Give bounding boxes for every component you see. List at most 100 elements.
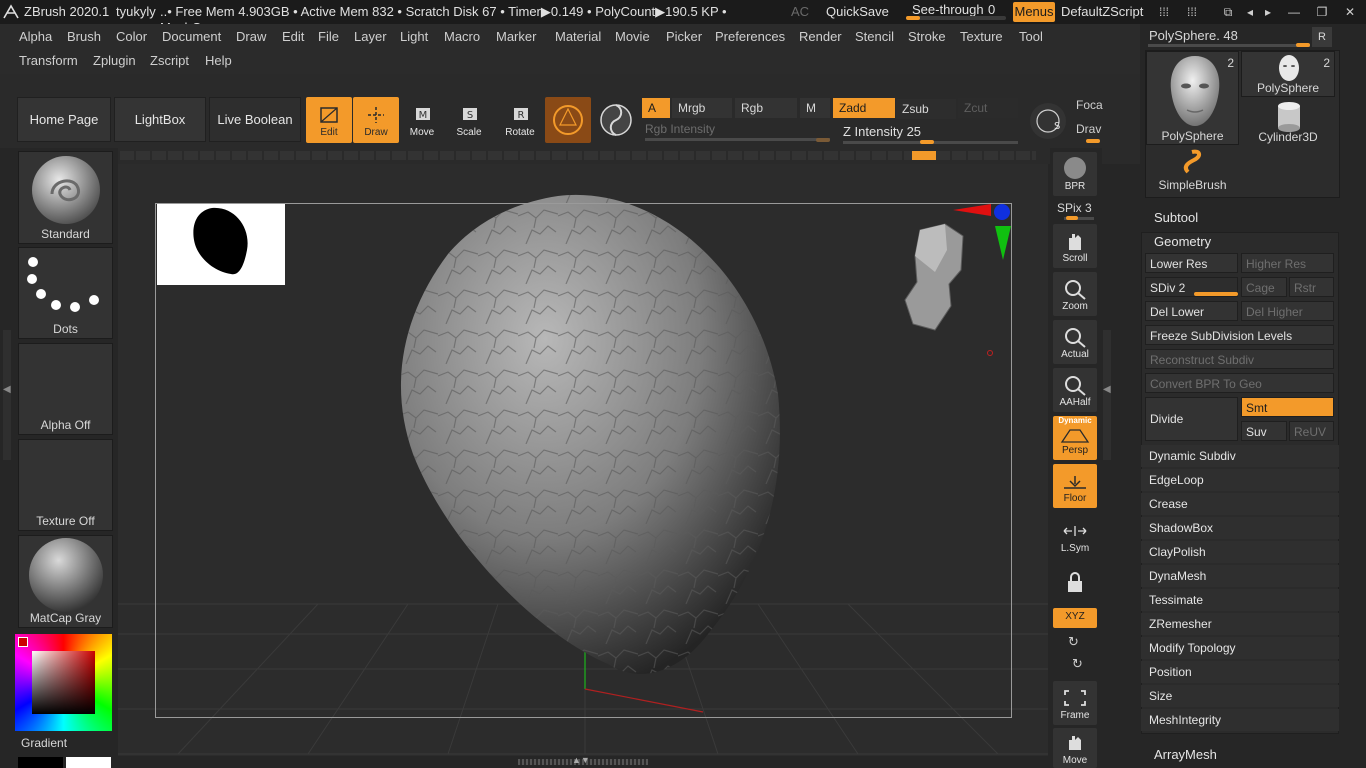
arraymesh-section[interactable]: ArrayMesh (1154, 747, 1217, 762)
collapse-right-icon[interactable]: ◀ (1103, 384, 1111, 395)
suv-toggle[interactable]: Suv (1241, 421, 1287, 441)
navigation-cube[interactable] (895, 200, 1015, 340)
geometry-section[interactable]: Geometry (1154, 234, 1211, 249)
timeline-strip[interactable] (120, 151, 1036, 160)
texture-selector[interactable]: Texture Off (18, 439, 113, 531)
collapse-left-icon[interactable]: ◀ (3, 384, 11, 395)
lsym-button[interactable]: L.Sym (1053, 514, 1097, 558)
menu-zscript[interactable]: Zscript (150, 53, 189, 68)
lightbox-button[interactable]: LightBox (114, 97, 206, 142)
mrgb-toggle[interactable]: Mrgb (672, 98, 732, 118)
divide-button[interactable]: Divide (1145, 397, 1238, 441)
right-tray-handle[interactable] (1103, 330, 1111, 460)
maximize-icon[interactable]: ❐ (1312, 3, 1332, 21)
draw-button[interactable]: Draw (353, 97, 399, 143)
zadd-toggle[interactable]: Zadd (833, 98, 895, 118)
crease-section[interactable]: Crease (1141, 493, 1339, 515)
menu-stencil[interactable]: Stencil (855, 29, 894, 44)
menu-alpha[interactable]: Alpha (19, 29, 52, 44)
menus-button[interactable]: Menus (1013, 2, 1055, 22)
del-higher-button[interactable]: Del Higher (1241, 301, 1334, 321)
tool-slider-knob[interactable] (1296, 43, 1310, 47)
tool-tile-simplebrush[interactable]: SimpleBrush (1146, 146, 1239, 194)
meshintegrity-section[interactable]: MeshIntegrity (1141, 709, 1339, 731)
menu-transform[interactable]: Transform (19, 53, 78, 68)
aahalf-button[interactable]: AAHalf (1053, 368, 1097, 412)
layout-bars-icon[interactable]: ⁞⁞⁞ (1182, 3, 1202, 21)
focal-shift-dial[interactable]: S (1030, 103, 1066, 139)
z-intensity-knob[interactable] (920, 140, 934, 144)
silhouette-thumbnail[interactable] (157, 204, 285, 285)
brush-selector[interactable]: Standard (18, 151, 113, 244)
color-picker[interactable] (15, 634, 112, 731)
menu-brush[interactable]: Brush (67, 29, 101, 44)
freeze-subdivision-button[interactable]: Freeze SubDivision Levels (1145, 325, 1334, 345)
quicksave-button[interactable]: QuickSave (826, 4, 889, 19)
menu-preferences[interactable]: Preferences (715, 29, 785, 44)
a-toggle[interactable]: A (642, 98, 670, 118)
menu-file[interactable]: File (318, 29, 339, 44)
draw-size-knob[interactable] (1086, 139, 1100, 143)
left-tray-handle[interactable] (3, 330, 11, 460)
swap-icon[interactable]: ⧉ (1218, 3, 1238, 21)
main-color-swatch[interactable] (66, 757, 111, 768)
shadowbox-section[interactable]: ShadowBox (1141, 517, 1339, 539)
secondary-color-swatch[interactable] (18, 757, 63, 768)
cage-button[interactable]: Cage (1241, 277, 1287, 297)
menu-layer[interactable]: Layer (354, 29, 387, 44)
material-sphere-button[interactable] (545, 97, 591, 143)
tessimate-section[interactable]: Tessimate (1141, 589, 1339, 611)
zsub-toggle[interactable]: Zsub (896, 99, 956, 119)
menu-draw[interactable]: Draw (236, 29, 266, 44)
material-selector[interactable]: MatCap Gray (18, 535, 113, 628)
spix-knob[interactable] (1066, 216, 1078, 220)
del-lower-button[interactable]: Del Lower (1145, 301, 1238, 321)
higher-res-button[interactable]: Higher Res (1241, 253, 1334, 273)
next-layout-icon[interactable]: ▸ (1258, 3, 1278, 21)
edgeloop-section[interactable]: EdgeLoop (1141, 469, 1339, 491)
rstr-button[interactable]: Rstr (1289, 277, 1334, 297)
xyz-button[interactable]: XYZ (1053, 608, 1097, 628)
menu-macro[interactable]: Macro (444, 29, 480, 44)
menu-picker[interactable]: Picker (666, 29, 702, 44)
modify-topology-section[interactable]: Modify Topology (1141, 637, 1339, 659)
rotate-y-icon[interactable]: ↻ (1068, 634, 1079, 650)
smt-toggle[interactable]: Smt (1241, 397, 1334, 417)
dynamesh-section[interactable]: DynaMesh (1141, 565, 1339, 587)
expand-bottom-icon[interactable]: ▲▼ (572, 755, 590, 765)
menu-help[interactable]: Help (205, 53, 232, 68)
zcut-toggle[interactable]: Zcut (958, 98, 1018, 118)
position-section[interactable]: Position (1141, 661, 1339, 683)
menu-movie[interactable]: Movie (615, 29, 650, 44)
tool-tile-polysphere[interactable]: 2 PolySphere (1241, 51, 1335, 97)
stroke-selector[interactable]: Dots (18, 247, 113, 339)
tool-tile-cylinder3d[interactable]: Cylinder3D (1241, 98, 1335, 145)
rgb-intensity-knob[interactable] (816, 138, 830, 142)
scroll-button[interactable]: Scroll (1053, 224, 1097, 268)
color-saturation-square[interactable] (32, 651, 95, 714)
menu-marker[interactable]: Marker (496, 29, 536, 44)
rotate-z-icon[interactable]: ↻ (1072, 656, 1083, 672)
bpr-button[interactable]: BPR (1053, 152, 1097, 196)
zremesher-section[interactable]: ZRemesher (1141, 613, 1339, 635)
lower-res-button[interactable]: Lower Res (1145, 253, 1238, 273)
minimize-icon[interactable]: — (1284, 3, 1304, 21)
reuv-button[interactable]: ReUV (1289, 421, 1334, 441)
menu-color[interactable]: Color (116, 29, 147, 44)
gyro-button[interactable] (595, 97, 637, 143)
menu-edit[interactable]: Edit (282, 29, 304, 44)
zoom-button[interactable]: Zoom (1053, 272, 1097, 316)
layout-dots-icon[interactable]: ⁞⁞⁞ (1154, 3, 1174, 21)
menu-document[interactable]: Document (162, 29, 221, 44)
menu-stroke[interactable]: Stroke (908, 29, 946, 44)
sdiv-knob[interactable] (1194, 292, 1238, 296)
rgb-toggle[interactable]: Rgb (735, 98, 797, 118)
move-button[interactable]: M Move (399, 97, 445, 143)
menu-light[interactable]: Light (400, 29, 428, 44)
menu-texture[interactable]: Texture (960, 29, 1003, 44)
reconstruct-subdiv-button[interactable]: Reconstruct Subdiv (1145, 349, 1334, 369)
edit-button[interactable]: Edit (306, 97, 352, 143)
timeline-marker[interactable] (912, 151, 936, 160)
seethrough-slider[interactable] (906, 16, 1006, 20)
subtool-section[interactable]: Subtool (1154, 210, 1198, 225)
